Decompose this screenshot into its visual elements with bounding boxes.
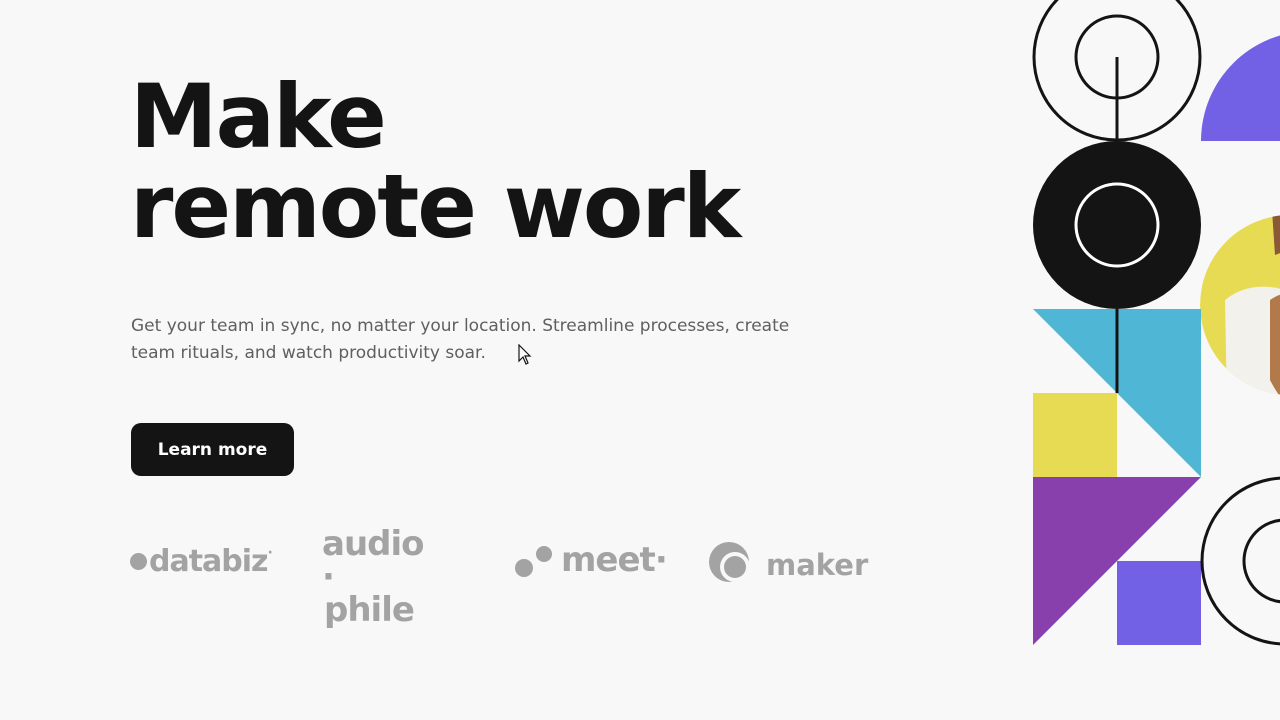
headline-line-1: Make bbox=[130, 65, 387, 168]
maker-circle-icon bbox=[709, 542, 750, 582]
photo-circle bbox=[1200, 215, 1280, 395]
audiophile-wordmark-line-1: audio · bbox=[322, 524, 424, 597]
learn-more-button[interactable]: Learn more bbox=[131, 423, 294, 476]
audiophile-logo: audio · phile bbox=[322, 524, 424, 630]
client-logos: databiz· audio · phile meet· maker bbox=[130, 527, 870, 627]
top-ring-shape bbox=[1032, 0, 1202, 142]
hero-description: Get your team in sync, no matter your lo… bbox=[131, 316, 790, 363]
geometric-illustration bbox=[1032, 0, 1280, 646]
meet-wordmark: meet bbox=[561, 540, 656, 580]
meet-dots-icon bbox=[515, 543, 553, 579]
purple-square bbox=[1117, 561, 1201, 645]
databiz-dot-icon bbox=[130, 553, 147, 570]
black-disc-shape bbox=[1033, 141, 1201, 309]
mouse-pointer-icon bbox=[518, 344, 532, 365]
maker-wordmark: maker bbox=[766, 548, 869, 582]
maker-logo: maker bbox=[708, 541, 868, 587]
meet-mark: · bbox=[654, 540, 668, 580]
hero-page: Make remote work Get your team in sync, … bbox=[0, 0, 1280, 720]
purple-quarter-circle bbox=[1201, 35, 1280, 141]
bottom-ring-shape bbox=[1200, 476, 1280, 646]
yellow-square bbox=[1033, 393, 1117, 477]
databiz-logo: databiz· bbox=[130, 544, 273, 579]
databiz-mark: · bbox=[267, 545, 273, 561]
headline-line-2: remote work bbox=[130, 155, 741, 258]
databiz-wordmark: databiz bbox=[149, 544, 269, 579]
audiophile-wordmark-line-2: phile bbox=[324, 590, 415, 630]
hero-headline: Make remote work bbox=[130, 65, 741, 258]
meet-logo: meet· bbox=[515, 540, 668, 580]
